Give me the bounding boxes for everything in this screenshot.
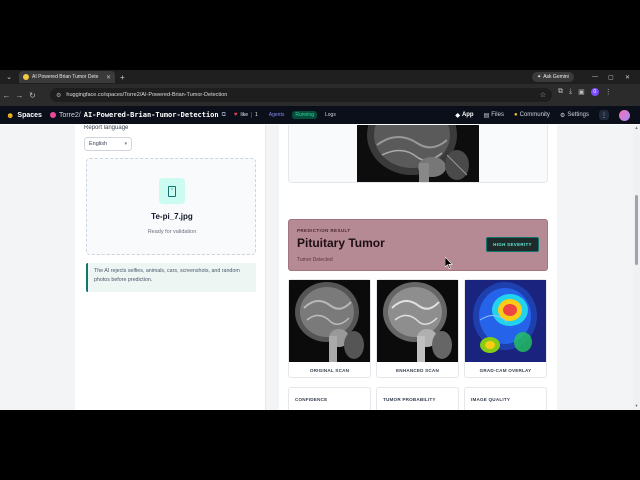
ask-gemini-button[interactable]: ✦ Ask Gemini — [532, 72, 574, 82]
hf-navbar: ☻ Spaces Torre2/ AI-Powered-Brian-Tumor-… — [0, 106, 640, 124]
nav-app[interactable]: ◆ App — [455, 112, 473, 119]
owner-avatar — [49, 112, 56, 118]
app-content: Report language English ▾ ⌃ Te-pi_7.jpg … — [0, 125, 640, 410]
enhanced-scan-image — [377, 280, 458, 362]
sidepanel-icon[interactable]: ▣ — [578, 88, 585, 96]
copy-icon[interactable]: ⧉ — [222, 112, 226, 119]
browser-tab[interactable]: AI Powered Brian Tumor Dete ✕ — [19, 71, 115, 83]
metric-label: TUMOR PROBABILITY — [383, 397, 436, 402]
tab-title: AI Powered Brian Tumor Dete — [32, 74, 99, 80]
screen: ⌄ AI Powered Brian Tumor Dete ✕ + ✦ Ask … — [0, 70, 640, 410]
repo-name[interactable]: AI-Powered-Brian-Tumor-Detection — [84, 111, 219, 119]
download-icon[interactable]: ⤓ — [569, 88, 572, 96]
gradcam-overlay-image — [465, 280, 546, 362]
validation-notice: The AI rejects selfies, animals, cars, s… — [86, 263, 256, 292]
settings-gear-icon: ⚙ — [559, 112, 566, 119]
severity-badge: HIGH SEVERITY — [486, 237, 539, 252]
prediction-title: Pituitary Tumor — [297, 236, 385, 250]
scrollbar-thumb[interactable] — [635, 195, 638, 265]
browser-toolbar: ← → ↻ ⚙ huggingface.co/spaces/Torre2/AI-… — [0, 84, 640, 106]
scroll-up-icon[interactable]: ▲ — [633, 125, 640, 130]
thumb-label: ENHANCED SCAN — [396, 368, 439, 373]
preview-card — [288, 125, 548, 183]
thumb-label: GRAD-CAM OVERLAY — [479, 368, 532, 373]
repo-owner[interactable]: Torre2/ — [59, 112, 81, 119]
profile-avatar[interactable]: 0 — [590, 88, 599, 96]
like-count: 1 — [250, 112, 261, 118]
prediction-result-banner: PREDICTION RESULT Pituitary Tumor Tumor … — [288, 219, 548, 271]
nav-settings[interactable]: ⚙ Settings — [560, 112, 589, 119]
scroll-down-icon[interactable]: ▼ — [633, 403, 640, 408]
like-label: like — [240, 112, 248, 118]
image-quality-card: IMAGE QUALITY — [464, 387, 547, 410]
original-scan-card: ORIGINAL SCAN — [288, 279, 371, 378]
nav-files-label: Files — [491, 112, 504, 118]
spaces-label: Spaces — [17, 111, 42, 119]
prediction-subtitle: Tumor Detected — [297, 257, 333, 263]
new-tab-icon[interactable]: + — [120, 73, 125, 82]
gemini-icon: ✦ — [537, 74, 542, 80]
files-icon: ▤ — [483, 112, 490, 119]
bookmark-star-icon[interactable]: ☆ — [540, 91, 546, 99]
mri-preview-image — [357, 125, 479, 182]
report-language-select[interactable]: English ▾ — [84, 137, 132, 151]
results-panel: PREDICTION RESULT Pituitary Tumor Tumor … — [279, 125, 557, 410]
running-status-badge: Running — [292, 111, 317, 119]
page-scrollbar[interactable]: ▲ ▼ — [633, 125, 640, 410]
browser-tab-strip: ⌄ AI Powered Brian Tumor Dete ✕ + ✦ Ask … — [0, 70, 640, 84]
confidence-card: CONFIDENCE — [288, 387, 371, 410]
minimize-icon[interactable]: — — [592, 70, 598, 84]
url-text: huggingface.co/spaces/Torre2/AI-Powered-… — [66, 92, 228, 98]
gradcam-overlay-card: GRAD-CAM OVERLAY — [464, 279, 547, 378]
uploaded-file-name: Te-pi_7.jpg — [151, 212, 193, 221]
heart-icon: ♥ — [233, 112, 238, 118]
app-icon: ◆ — [455, 112, 460, 119]
logs-link[interactable]: Logs — [325, 112, 336, 118]
site-info-icon[interactable]: ⚙ — [56, 92, 61, 99]
prediction-result-label: PREDICTION RESULT — [297, 228, 351, 233]
tab-search-icon[interactable]: ⌄ — [3, 71, 15, 83]
enhanced-scan-card: ENHANCED SCAN — [376, 279, 459, 378]
hf-favicon-icon — [23, 74, 29, 80]
forward-icon[interactable]: → — [13, 91, 26, 100]
more-options-icon[interactable]: ⋮ — [599, 110, 609, 120]
agents-link[interactable]: Agents — [269, 112, 285, 118]
browser-tools: ⧉ ⤓ ▣ 0 ⋮ — [558, 88, 612, 96]
like-button[interactable]: ♥ like 1 — [234, 112, 261, 118]
space-nav: ◆ App ▤ Files ● Community ⚙ Settings ⋮ — [455, 106, 630, 124]
tumor-probability-card: TUMOR PROBABILITY — [376, 387, 459, 410]
mouse-cursor-icon — [445, 257, 453, 269]
original-scan-image — [289, 280, 370, 362]
hf-logo-icon: ☻ — [6, 110, 15, 120]
file-upload-dropzone[interactable]: ⌃ Te-pi_7.jpg Ready for validation — [86, 158, 256, 255]
close-window-icon[interactable]: ✕ — [625, 70, 630, 84]
back-icon[interactable]: ← — [0, 91, 13, 100]
nav-files[interactable]: ▤ Files — [484, 112, 504, 119]
upload-status: Ready for validation — [147, 229, 197, 235]
browser-menu-icon[interactable]: ⋮ — [605, 88, 612, 96]
user-avatar[interactable] — [619, 109, 630, 121]
ask-gemini-label: Ask Gemini — [543, 74, 569, 80]
extensions-icon[interactable]: ⧉ — [558, 88, 563, 96]
metric-label: CONFIDENCE — [295, 397, 328, 402]
nav-app-label: App — [461, 112, 474, 118]
reload-icon[interactable]: ↻ — [26, 91, 39, 100]
file-icon: ⌃ — [159, 178, 185, 204]
spaces-logo[interactable]: ☻ Spaces — [6, 111, 42, 120]
repo-breadcrumb: Torre2/ AI-Powered-Brian-Tumor-Detection… — [49, 111, 226, 119]
nav-settings-label: Settings — [567, 112, 589, 118]
nav-community-label: Community — [519, 112, 550, 118]
chevron-down-icon: ▾ — [124, 141, 127, 147]
input-panel: Report language English ▾ ⌃ Te-pi_7.jpg … — [75, 125, 266, 410]
maximize-icon[interactable]: ▢ — [608, 70, 614, 84]
thumb-label: ORIGINAL SCAN — [309, 368, 350, 373]
report-language-label: Report language — [84, 125, 129, 131]
nav-community[interactable]: ● Community — [514, 112, 550, 118]
tab-close-icon[interactable]: ✕ — [106, 74, 111, 81]
community-icon: ● — [513, 112, 518, 118]
metric-label: IMAGE QUALITY — [471, 397, 511, 402]
address-bar[interactable]: ⚙ huggingface.co/spaces/Torre2/AI-Powere… — [50, 88, 552, 102]
language-value: English — [89, 141, 108, 147]
